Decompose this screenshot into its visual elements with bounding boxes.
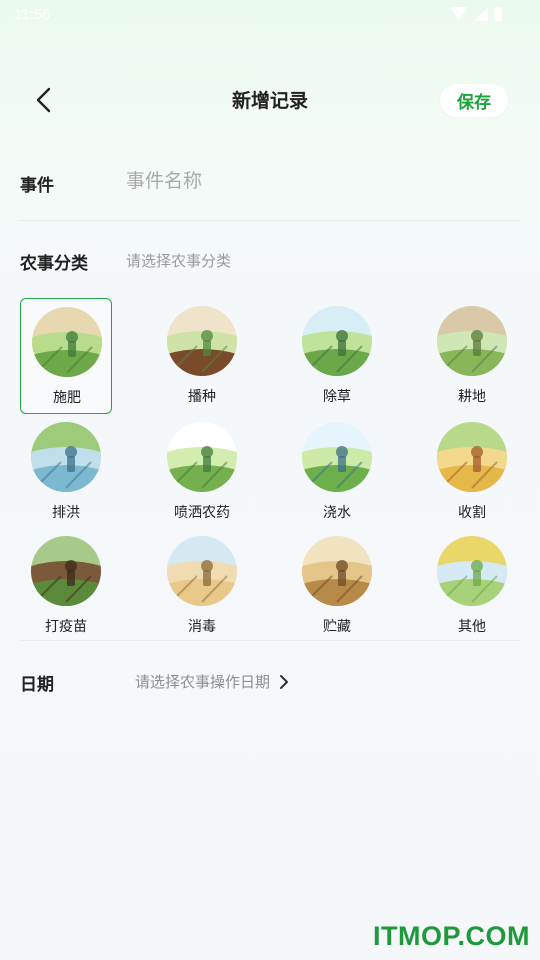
category-item-label: 施肥 [53, 390, 81, 406]
other-icon [437, 536, 507, 606]
status-bar: 11:56 [0, 0, 540, 30]
category-item[interactable]: 耕地 [426, 298, 518, 414]
status-time: 11:56 [14, 6, 51, 23]
divider [20, 220, 520, 221]
category-item[interactable]: 收割 [426, 414, 518, 530]
date-placeholder: 请选择农事操作日期 [135, 673, 271, 691]
category-item-label: 播种 [188, 389, 216, 405]
drainage-icon [31, 422, 101, 492]
category-item[interactable]: 其他 [426, 528, 518, 644]
save-button[interactable]: 保存 [440, 84, 508, 117]
category-item[interactable]: 浇水 [291, 414, 383, 530]
storage-icon [302, 536, 372, 606]
category-item-label: 耕地 [458, 389, 486, 405]
category-item[interactable]: 消毒 [156, 528, 248, 644]
divider [20, 640, 520, 641]
category-item[interactable]: 排洪 [20, 414, 112, 530]
category-label: 农事分类 [20, 254, 88, 274]
watering-icon [302, 422, 372, 492]
chevron-right-icon [280, 674, 289, 689]
category-item[interactable]: 喷洒农药 [156, 414, 248, 530]
category-item-label: 消毒 [188, 619, 216, 635]
category-item-label: 贮藏 [323, 619, 351, 635]
sowing-icon [167, 306, 237, 376]
weeding-icon [302, 306, 372, 376]
category-item-label: 打疫苗 [45, 619, 87, 635]
watermark: ITMOP.COM [372, 921, 530, 951]
category-item-label: 喷洒农药 [174, 505, 230, 521]
wifi-icon [450, 7, 468, 21]
category-item[interactable]: 除草 [291, 298, 383, 414]
status-icons [450, 7, 502, 21]
category-item-label: 收割 [458, 505, 486, 521]
category-item-label: 浇水 [323, 505, 351, 521]
category-item-label: 其他 [458, 619, 486, 635]
event-name-input[interactable] [126, 165, 506, 197]
vaccine-icon [31, 536, 101, 606]
category-item[interactable]: 贮藏 [291, 528, 383, 644]
category-item-label: 除草 [323, 389, 351, 405]
disinfect-icon [167, 536, 237, 606]
category-item[interactable]: 播种 [156, 298, 248, 414]
nav-bar: 新增记录 保存 [0, 72, 540, 128]
fertilize-icon [32, 307, 102, 377]
event-label: 事件 [20, 176, 54, 196]
category-item[interactable]: 施肥 [20, 298, 112, 414]
category-item[interactable]: 打疫苗 [20, 528, 112, 644]
plowing-icon [437, 306, 507, 376]
category-hint: 请选择农事分类 [126, 252, 232, 270]
battery-icon [494, 7, 502, 21]
category-item-label: 排洪 [52, 505, 80, 521]
spray-pesticide-icon [167, 422, 237, 492]
date-picker[interactable]: 请选择农事操作日期 [135, 671, 290, 692]
date-label: 日期 [20, 675, 54, 695]
signal-icon [474, 7, 488, 21]
harvest-icon [437, 422, 507, 492]
